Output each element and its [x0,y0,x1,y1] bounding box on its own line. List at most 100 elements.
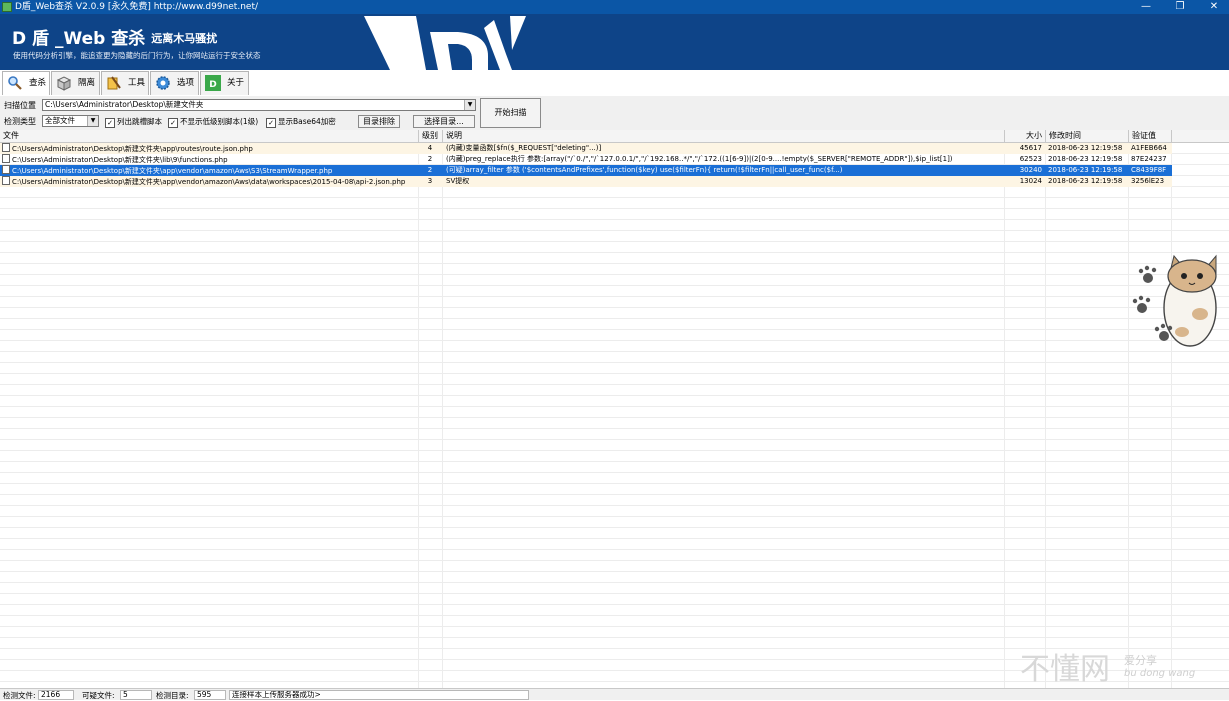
brand-slogan: 使用代码分析引擎，能追查更为隐藏的后门行为，让你网站运行于安全状态 [13,51,261,60]
checkbox-checked-icon[interactable]: ✓ [168,118,178,128]
hash-cell: C8439F8F [1131,166,1167,174]
file-cell: C:\Users\Administrator\Desktop\新建文件夹\app… [2,143,418,154]
close-button[interactable]: ✕ [1199,0,1229,14]
checkbox-label: 不显示低级别脚本(1级) [180,117,259,126]
column-header-mtime[interactable]: 修改时间 [1046,130,1129,142]
tab-options[interactable]: 选项 [150,71,199,95]
scan-path-combobox[interactable]: C:\Users\Administrator\Desktop\新建文件夹 ▼ [42,99,476,111]
tab-options-label: 选项 [177,78,195,88]
file-path: C:\Users\Administrator\Desktop\新建文件夹\app… [12,145,253,153]
file-cell: C:\Users\Administrator\Desktop\新建文件夹\app… [2,165,418,176]
checkbox-hide-low-level[interactable]: ✓ 不显示低级别脚本(1级) [168,116,258,128]
tab-tools[interactable]: 工具 [101,71,149,95]
column-divider [1004,130,1005,688]
watermark-pinyin: bu dong wang [1124,668,1196,679]
d-logo-icon: D [205,75,221,91]
watermark-main: 不懂网 [1020,652,1110,687]
app-icon [2,2,12,12]
column-header-size[interactable]: 大小 [1005,130,1046,142]
file-cell: C:\Users\Administrator\Desktop\新建文件夹\lib… [2,154,418,165]
tab-tools-label: 工具 [128,78,146,88]
status-dirs-label: 检测目录: [156,691,189,700]
detect-type-select[interactable]: 全部文件 ▼ [42,115,99,127]
level-cell: 4 [427,144,433,152]
tab-quarantine-label: 隔离 [78,78,96,88]
column-header-desc[interactable]: 说明 [443,130,1005,142]
window-title: D盾_Web查杀 V2.0.9 [永久免费] http://www.d99net… [15,2,259,12]
tab-row: 查杀 隔离 工具 选项 D 关于 [0,70,1229,96]
column-header-hash[interactable]: 验证值 [1129,130,1172,142]
mtime-cell: 2018-06-23 12:19:58 [1048,177,1123,185]
detect-type-label: 检测类型 [4,117,36,126]
chevron-down-icon[interactable]: ▼ [464,100,475,110]
checkbox-show-base64[interactable]: ✓ 显示Base64加密 [266,116,336,128]
column-divider [1171,130,1172,688]
file-icon [2,143,10,152]
hash-cell: 87E24237 [1131,155,1167,163]
mtime-cell: 2018-06-23 12:19:58 [1048,144,1123,152]
status-files-value: 2166 [38,690,74,700]
cat-sticker-icon [1132,254,1217,347]
table-row[interactable]: C:\Users\Administrator\Desktop\新建文件夹\lib… [0,154,1172,165]
results-table: 文件 级别 说明 大小 修改时间 验证值 C:\Users\Administra… [0,130,1229,688]
size-cell: 62523 [1019,155,1042,163]
level-cell: 2 [427,166,433,174]
desc-cell: SV提权 [446,177,470,185]
desc-cell: (内藏)preg_replace执行 参数:[array("/`0./","/`… [446,155,953,163]
column-divider [1045,130,1046,688]
size-cell: 30240 [1019,166,1042,174]
file-path: C:\Users\Administrator\Desktop\新建文件夹\lib… [12,156,228,164]
checkbox-checked-icon[interactable]: ✓ [105,118,115,128]
brand-title: D 盾 _Web 查杀 远离木马骚扰 [12,24,217,49]
checkbox-checked-icon[interactable]: ✓ [266,118,276,128]
status-bar: 检测文件: 2166 可疑文件: 5 检测目录: 595 连接样本上传服务器成功… [0,688,1229,700]
file-cell: C:\Users\Administrator\Desktop\新建文件夹\app… [2,176,418,187]
mtime-cell: 2018-06-23 12:19:58 [1048,166,1123,174]
level-cell: 3 [427,177,433,185]
column-header-level[interactable]: 级别 [419,130,443,142]
column-header-file[interactable]: 文件 [0,130,419,142]
tab-scan[interactable]: 查杀 [2,71,50,95]
start-scan-button[interactable]: 开始扫描 [480,98,541,128]
tab-scan-label: 查杀 [29,78,47,88]
size-cell: 45617 [1019,144,1042,152]
checkbox-label: 列出跳槽脚本 [117,117,162,126]
table-row-selected[interactable]: C:\Users\Administrator\Desktop\新建文件夹\app… [0,165,1172,176]
box-icon [56,76,72,91]
maximize-button[interactable]: ❐ [1165,0,1195,14]
file-path: C:\Users\Administrator\Desktop\新建文件夹\app… [12,167,333,175]
file-icon [2,165,10,174]
status-dirs-value: 595 [194,690,226,700]
magnifier-icon [8,76,22,90]
status-suspicious-label: 可疑文件: [82,691,115,700]
gear-icon [156,76,170,90]
size-cell: 13024 [1019,177,1042,185]
status-files-label: 检测文件: [3,691,36,700]
scan-toolbar: 扫描位置 C:\Users\Administrator\Desktop\新建文件… [0,96,1229,130]
hash-cell: A1FEB664 [1131,144,1167,152]
scan-path-value: C:\Users\Administrator\Desktop\新建文件夹 [45,100,204,109]
svg-text:D: D [209,80,216,90]
file-path: C:\Users\Administrator\Desktop\新建文件夹\app… [12,178,406,186]
watermark-side: 爱分享 [1124,654,1157,667]
choose-dir-button[interactable]: 选择目录... [413,115,475,128]
detect-type-value: 全部文件 [45,116,75,125]
chevron-down-icon[interactable]: ▼ [87,116,98,126]
tab-about[interactable]: D 关于 [200,71,249,95]
brand-name: D 盾 _Web 查杀 [12,29,146,49]
minimize-button[interactable]: — [1131,0,1161,14]
title-bar: D盾_Web查杀 V2.0.9 [永久免费] http://www.d99net… [0,0,1229,14]
column-divider [1128,130,1129,688]
desc-cell: (内藏)变量函数[$fn($_REQUEST["deleting"...)] [446,144,602,152]
watermark: 不懂网 爱分享 bu dong wang [1016,644,1226,687]
column-divider [418,130,419,688]
mtime-cell: 2018-06-23 12:19:58 [1048,155,1123,163]
file-icon [2,154,10,163]
brand-subtitle: 远离木马骚扰 [151,32,218,45]
tab-quarantine[interactable]: 隔离 [51,71,100,95]
dir-exclude-button[interactable]: 目录排除 [358,115,400,128]
checkbox-list-jump-scripts[interactable]: ✓ 列出跳槽脚本 [105,116,162,128]
table-row[interactable]: C:\Users\Administrator\Desktop\新建文件夹\app… [0,176,1172,187]
table-header: 文件 级别 说明 大小 修改时间 验证值 [0,130,1229,143]
table-row[interactable]: C:\Users\Administrator\Desktop\新建文件夹\app… [0,143,1172,154]
